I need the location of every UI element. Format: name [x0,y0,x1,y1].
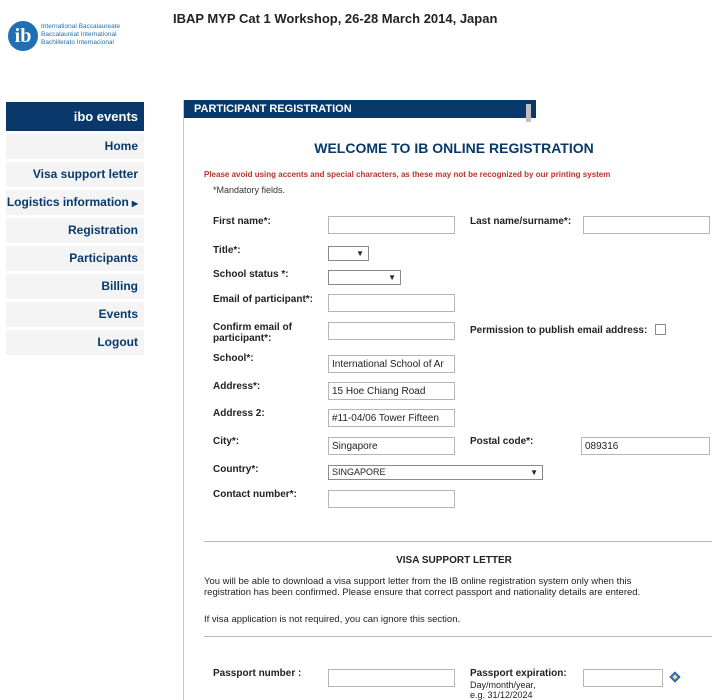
sidebar-item-logout[interactable]: Logout [6,327,144,355]
contact-number-label: Contact number*: [213,489,297,500]
sidebar-item-events[interactable]: Events [6,299,144,327]
sidebar-item-home[interactable]: Home [6,131,144,159]
postal-code-input[interactable]: 089316 [581,437,710,455]
passport-expiration-hint: Day/month/year, e.g. 31/12/2024 [470,680,536,700]
logo-line-es: Bachillerato Internacional [41,39,114,46]
sidebar-item-label: Logout [97,335,138,349]
city-input[interactable]: Singapore [328,437,455,455]
sidebar-item-label: Events [98,307,138,321]
logo-line-fr: Baccalauréat International [41,31,117,38]
passport-expiration-label: Passport expiration: [470,668,567,679]
sidebar-item-visa-support-letter[interactable]: Visa support letter [6,159,144,187]
first-name-label: First name*: [213,216,271,227]
confirm-email-label-line1: Confirm email of [213,322,292,333]
dropdown-arrow-icon: ▼ [388,273,396,282]
sidebar-item-label: Participants [69,251,138,265]
email-input[interactable] [328,294,455,312]
sidebar-item-label: Registration [67,223,138,237]
registration-panel: PARTICIPANT REGISTRATION WELCOME TO IB O… [183,100,724,700]
sidebar-item-participants[interactable]: Participants [6,243,144,271]
welcome-heading: WELCOME TO IB ONLINE REGISTRATION [314,140,594,156]
sidebar-item-billing[interactable]: Billing [6,271,144,299]
mandatory-note: *Mandatory fields. [213,185,286,195]
visa-info-line2: registration has been confirmed. Please … [204,587,641,598]
passport-expiration-hint-line1: Day/month/year, [470,680,536,690]
page-title: IBAP MYP Cat 1 Workshop, 26-28 March 201… [173,11,498,26]
school-status-label: School status *: [213,269,289,280]
sidebar-item-label: Logistics information [6,195,129,209]
sidebar-item-registration[interactable]: Registration [6,215,144,243]
ib-logo: ib International Baccalaureate Baccalaur… [8,15,158,55]
confirm-email-label: Confirm email of participant*: [213,322,292,344]
postal-code-label: Postal code*: [470,436,534,447]
email-label: Email of participant*: [213,294,314,305]
dropdown-arrow-icon: ▼ [356,249,364,258]
sidebar-item-label: Home [104,139,138,153]
panel-tab: PARTICIPANT REGISTRATION [184,100,536,118]
permission-label: Permission to publish email address: [470,325,648,336]
title-select[interactable]: ▼ [328,246,369,261]
first-name-input[interactable] [328,216,455,234]
country-select[interactable]: SINGAPORE ▼ [328,465,543,480]
sidebar-heading: ibo events [6,102,144,131]
title-label: Title*: [213,245,241,256]
sidebar: ibo events Home Visa support letter Logi… [6,102,144,355]
ib-logo-text: International Baccalaureate Baccalauréat… [41,23,120,47]
address2-label: Address 2: [213,408,265,419]
passport-number-label: Passport number : [213,668,302,679]
warning-text: Please avoid using accents and special c… [204,170,611,179]
sidebar-item-logistics-information[interactable]: Logistics information ▶ [6,187,144,215]
visa-info-line1: You will be able to download a visa supp… [204,576,632,587]
permission-checkbox[interactable] [655,324,666,335]
confirm-email-input[interactable] [328,322,455,340]
triangle-right-icon: ▶ [131,199,138,208]
tab-shadow [526,104,531,122]
dropdown-arrow-icon: ▼ [530,468,538,477]
contact-number-input[interactable] [328,490,455,508]
last-name-label: Last name/surname*: [470,216,572,227]
address2-input[interactable]: #11-04/06 Tower Fifteen [328,409,455,427]
country-label: Country*: [213,464,259,475]
school-label: School*: [213,353,254,364]
ib-logo-mark: ib [8,21,38,51]
confirm-email-label-line2: participant*: [213,333,272,344]
visa-section-title: VISA SUPPORT LETTER [396,555,512,566]
last-name-input[interactable] [583,216,710,234]
sidebar-item-label: Billing [101,279,138,293]
section-divider [204,636,712,637]
sidebar-item-label: Visa support letter [32,167,138,181]
calendar-icon[interactable] [669,671,681,683]
passport-expiration-input[interactable] [583,669,663,687]
address-input[interactable]: 15 Hoe Chiang Road [328,382,455,400]
country-select-value: SINGAPORE [332,467,386,477]
passport-number-input[interactable] [328,669,455,687]
visa-optional-text: If visa application is not required, you… [204,614,461,625]
school-input[interactable]: International School of Ar [328,355,455,373]
city-label: City*: [213,436,240,447]
school-status-select[interactable]: ▼ [328,270,401,285]
visa-info-text: You will be able to download a visa supp… [204,576,724,598]
section-divider [204,541,712,542]
logo-line-en: International Baccalaureate [41,23,121,30]
address-label: Address*: [213,381,261,392]
